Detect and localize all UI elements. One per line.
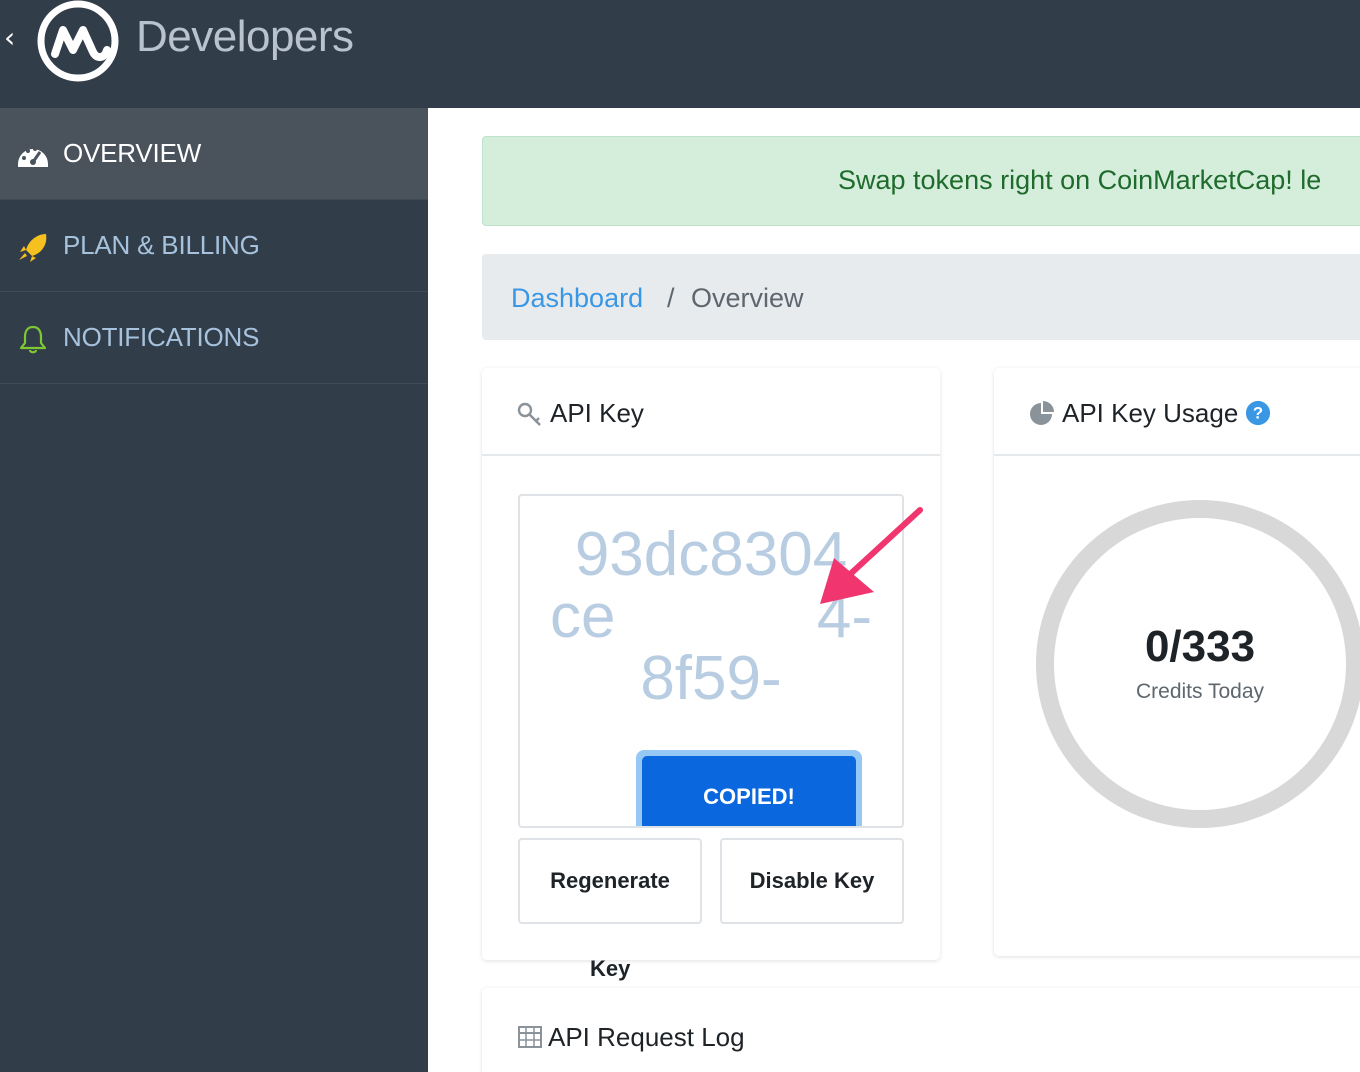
api-request-log-card: API Request Log xyxy=(482,988,1360,1072)
top-bar: ‹ Developers xyxy=(0,0,1360,108)
copied-button[interactable]: COPIED! xyxy=(636,750,862,826)
api-key-card: API Key 93dc8304 ce 4- 8f59- COPIED! Reg… xyxy=(482,368,940,960)
dashboard-gauge-icon xyxy=(18,147,48,167)
sidebar-item-overview[interactable]: OVERVIEW xyxy=(0,108,428,200)
usage-card-header: API Key Usage ? xyxy=(994,368,1360,456)
breadcrumb-current: Overview xyxy=(691,283,804,313)
api-key-line: 93dc8304 xyxy=(574,520,848,589)
api-key-text: 93dc8304 ce 4- 8f59- xyxy=(520,524,902,710)
api-key-footer-text: Key xyxy=(590,956,631,981)
promo-banner[interactable]: Swap tokens right on CoinMarketCap! le xyxy=(482,136,1360,226)
breadcrumb: Dashboard / Overview xyxy=(482,254,1360,340)
sidebar-item-label: NOTIFICATIONS xyxy=(63,322,260,352)
regenerate-button[interactable]: Regenerate xyxy=(518,838,702,924)
svg-text:?: ? xyxy=(1253,404,1263,423)
usage-value: 0/333 xyxy=(1144,622,1256,671)
usage-card-title: API Key Usage xyxy=(1062,398,1239,428)
brand-title: Developers xyxy=(136,12,354,61)
promo-banner-text: Swap tokens right on CoinMarketCap! le xyxy=(838,165,1322,195)
api-key-card-header: API Key xyxy=(482,368,940,456)
api-key-card-title: API Key xyxy=(550,398,644,428)
api-key-line: 8f59- xyxy=(640,644,782,713)
sidebar-item-label: OVERVIEW xyxy=(63,138,202,168)
api-key-usage-card: API Key Usage ? 0/333 Credits Today xyxy=(994,368,1360,956)
sidebar-item-notifications[interactable]: NOTIFICATIONS xyxy=(0,292,428,384)
sidebar-item-label: PLAN & BILLING xyxy=(63,230,260,260)
chevron-left-icon[interactable]: ‹ xyxy=(4,24,15,52)
key-icon xyxy=(517,402,541,426)
rocket-icon xyxy=(19,234,47,262)
api-key-line: ce 4- xyxy=(520,586,902,648)
sidebar: OVERVIEW PLAN & BILLING NOTIFICATIONS xyxy=(0,108,428,1072)
api-key-fragment: 4- xyxy=(816,582,872,651)
disable-key-button[interactable]: Disable Key xyxy=(720,838,904,924)
pie-chart-icon xyxy=(1030,401,1054,425)
sidebar-item-plan-billing[interactable]: PLAN & BILLING xyxy=(0,200,428,292)
copied-button-label: COPIED! xyxy=(642,756,856,826)
bell-icon xyxy=(19,325,47,354)
usage-label: Credits Today xyxy=(1135,680,1264,703)
table-icon xyxy=(518,1026,542,1048)
breadcrumb-separator: / xyxy=(667,283,675,313)
coinmarketcap-logo[interactable] xyxy=(37,0,119,82)
api-request-log-title: API Request Log xyxy=(548,1022,745,1052)
api-key-fragment: ce xyxy=(550,582,616,651)
breadcrumb-link-dashboard[interactable]: Dashboard xyxy=(511,283,643,314)
api-key-display[interactable]: 93dc8304 ce 4- 8f59- COPIED! xyxy=(518,494,904,828)
help-icon[interactable]: ? xyxy=(1244,400,1272,426)
